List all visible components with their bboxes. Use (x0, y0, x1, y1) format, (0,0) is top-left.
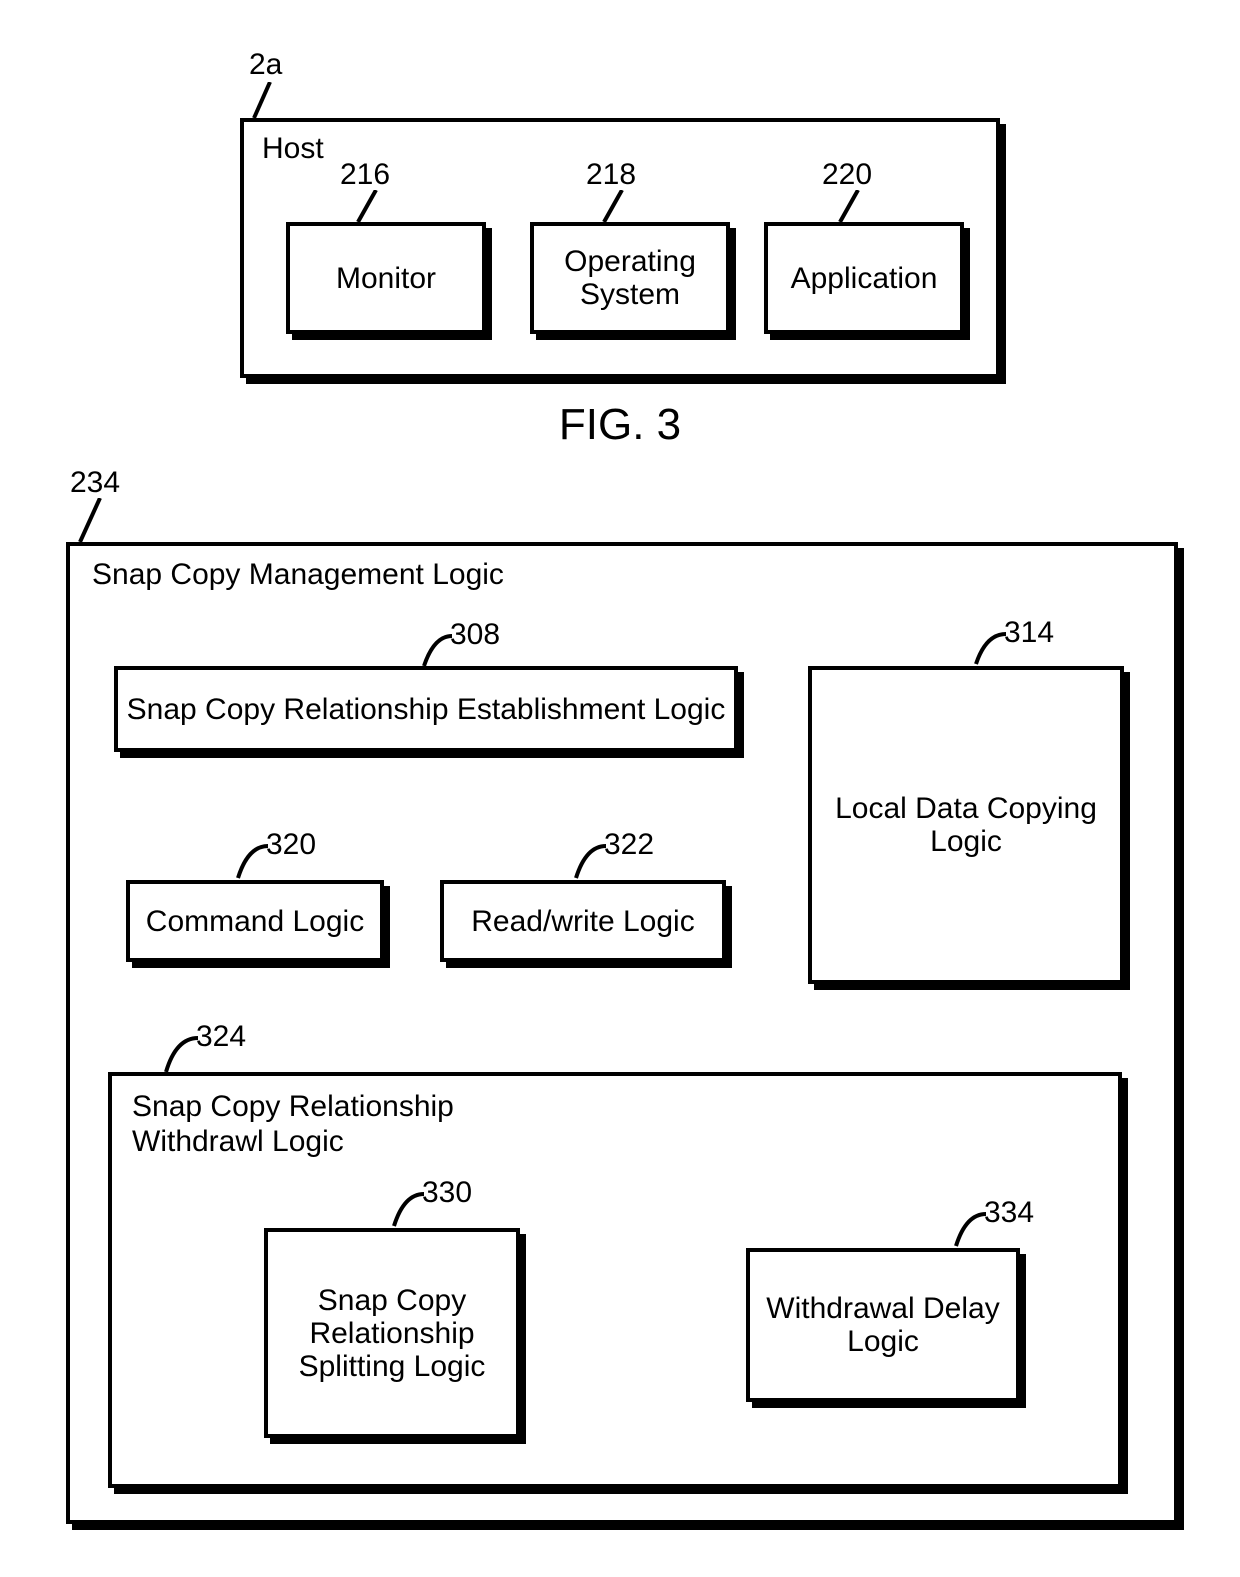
delay-logic-label: Withdrawal Delay Logic (750, 1252, 1016, 1398)
local-data-copying-label: Local Data Copying Logic (812, 670, 1120, 980)
monitor-box: Monitor (286, 222, 486, 334)
ref-command-320: 320 (266, 828, 316, 862)
monitor-label: Monitor (290, 226, 482, 330)
command-logic-label: Command Logic (130, 884, 380, 958)
command-logic-box: Command Logic (126, 880, 384, 962)
withdrawal-logic-label: Snap Copy Relationship Withdrawl Logic (132, 1090, 472, 1159)
splitting-logic-label: Snap Copy Relationship Splitting Logic (268, 1232, 516, 1434)
ref-localdata-314: 314 (1004, 616, 1054, 650)
establishment-logic-label: Snap Copy Relationship Establishment Log… (118, 670, 734, 748)
ref-host-2a: 2a (249, 48, 282, 82)
establishment-logic-box: Snap Copy Relationship Establishment Log… (114, 666, 738, 752)
host-label: Host (262, 132, 324, 166)
ref-monitor: 216 (340, 158, 390, 192)
ref-delay-334: 334 (984, 1196, 1034, 1230)
os-label: Operating System (534, 226, 726, 330)
ref-withdraw-324: 324 (196, 1020, 246, 1054)
splitting-logic-box: Snap Copy Relationship Splitting Logic (264, 1228, 520, 1438)
ref-readwrite-322: 322 (604, 828, 654, 862)
os-box: Operating System (530, 222, 730, 334)
ref-splitting-330: 330 (422, 1176, 472, 1210)
readwrite-logic-label: Read/write Logic (444, 884, 722, 958)
delay-logic-box: Withdrawal Delay Logic (746, 1248, 1020, 1402)
fig3-caption: FIG. 3 (559, 400, 681, 450)
app-box: Application (764, 222, 964, 334)
snap-copy-management-label: Snap Copy Management Logic (92, 558, 504, 592)
leader-snapmgmt-234 (78, 498, 108, 546)
app-label: Application (768, 226, 960, 330)
local-data-copying-box: Local Data Copying Logic (808, 666, 1124, 984)
ref-os: 218 (586, 158, 636, 192)
leader-host-2a (252, 82, 282, 122)
ref-app: 220 (822, 158, 872, 192)
ref-establish-308: 308 (450, 618, 500, 652)
ref-snapmgmt-234: 234 (70, 466, 120, 500)
readwrite-logic-box: Read/write Logic (440, 880, 726, 962)
